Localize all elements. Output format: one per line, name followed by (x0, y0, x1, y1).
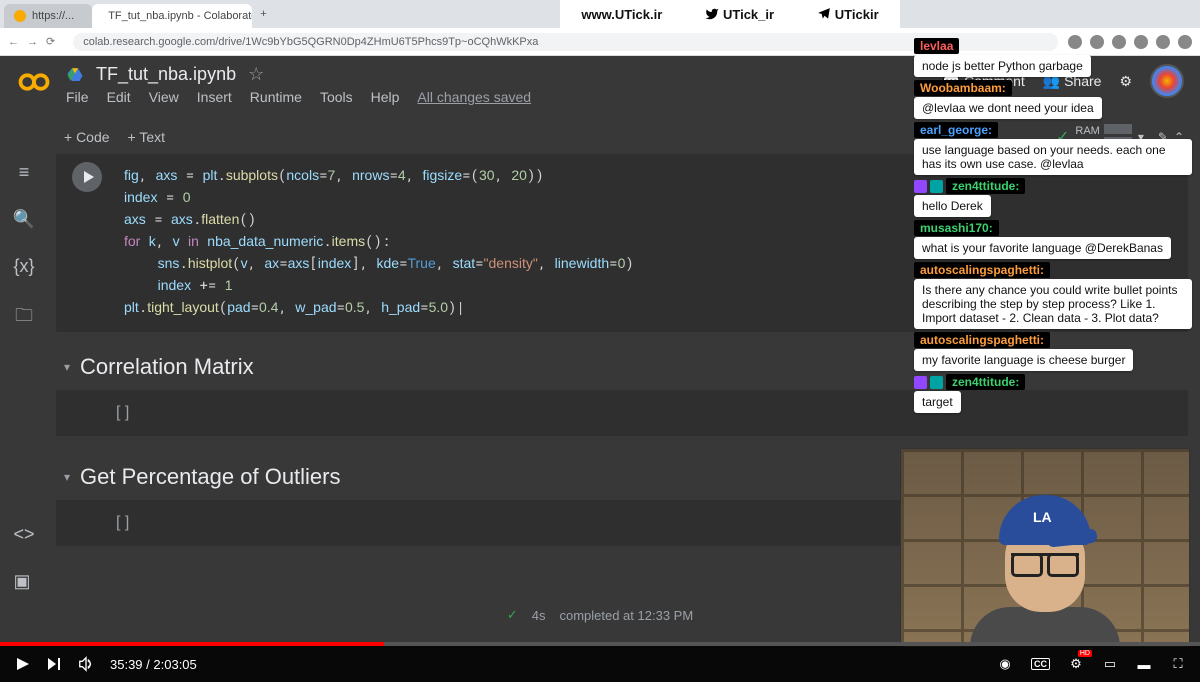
chat-text: my favorite language is cheese burger (914, 349, 1133, 371)
nav-controls[interactable]: ←→⟳ (8, 35, 63, 48)
menu-insert[interactable]: Insert (197, 89, 232, 105)
add-text-button[interactable]: + Text (128, 129, 166, 145)
collapse-triangle-icon[interactable]: ▾ (64, 470, 70, 484)
chat-username: zen4ttitude: (946, 178, 1025, 194)
section-title: Correlation Matrix (80, 354, 254, 380)
files-icon[interactable]: 🗀 (15, 303, 33, 333)
chat-username: autoscalingspaghetti: (914, 332, 1050, 348)
next-button[interactable] (46, 656, 62, 672)
chat-username: musashi170: (914, 220, 999, 236)
chat-message: levlaanode js better Python garbage (914, 38, 1192, 77)
watermark-site: www.UTick.ir (581, 7, 662, 22)
captions-button[interactable]: CC (1031, 658, 1050, 670)
chat-message: autoscalingspaghetti:Is there any chance… (914, 262, 1192, 329)
chat-message: zen4ttitude:target (914, 374, 1192, 413)
chat-username: autoscalingspaghetti: (914, 262, 1050, 278)
menu-file[interactable]: File (66, 89, 89, 105)
chat-message: zen4ttitude:hello Derek (914, 178, 1192, 217)
miniplayer-button[interactable]: ▭ (1102, 656, 1118, 672)
menu-runtime[interactable]: Runtime (250, 89, 302, 105)
chat-username: levlaa (914, 38, 959, 54)
url-field[interactable]: colab.research.google.com/drive/1Wc9bYbG… (73, 33, 1058, 51)
chat-message: musashi170:what is your favorite languag… (914, 220, 1192, 259)
drive-icon (66, 66, 84, 84)
chat-text: what is your favorite language @DerekBan… (914, 237, 1171, 259)
chat-text: Is there any chance you could write bull… (914, 279, 1192, 329)
colab-logo[interactable] (16, 64, 52, 100)
menu-edit[interactable]: Edit (107, 89, 131, 105)
chat-message: Woobambaam:@levlaa we dont need your ide… (914, 80, 1192, 119)
menu-view[interactable]: View (149, 89, 179, 105)
toc-icon[interactable]: ≡ (19, 162, 30, 183)
variables-icon[interactable]: {x} (13, 256, 34, 277)
chat-username: Woobambaam: (914, 80, 1012, 96)
search-icon[interactable]: 🔍 (13, 209, 35, 230)
section-title: Get Percentage of Outliers (80, 464, 340, 490)
chat-message: earl_george:use language based on your n… (914, 122, 1192, 175)
status-duration: 4s (532, 608, 546, 623)
notebook-title[interactable]: TF_tut_nba.ipynb (96, 64, 236, 85)
terminal-icon[interactable]: ▣ (13, 571, 34, 592)
live-chat-overlay: levlaanode js better Python garbageWooba… (914, 38, 1192, 413)
volume-button[interactable] (78, 656, 94, 672)
add-code-button[interactable]: + Code (64, 129, 110, 145)
theater-button[interactable]: ▬ (1136, 656, 1152, 672)
status-message: completed at 12:33 PM (559, 608, 693, 623)
menu-help[interactable]: Help (371, 89, 400, 105)
watermark-telegram: UTickir (817, 7, 879, 22)
play-button[interactable] (14, 656, 30, 672)
watermark-strip: www.UTick.ir UTick_ir UTickir (560, 0, 900, 28)
video-player-controls: 35:39 / 2:03:05 ◉ CC ⚙ ▭ ▬ ⛶ (0, 646, 1200, 682)
chat-text: hello Derek (914, 195, 991, 217)
chat-username: zen4ttitude: (946, 374, 1025, 390)
status-check-icon: ✓ (507, 607, 518, 623)
star-icon[interactable]: ☆ (248, 64, 264, 85)
fullscreen-button[interactable]: ⛶ (1170, 656, 1186, 672)
settings-button[interactable]: ⚙ (1068, 656, 1084, 672)
chat-message: autoscalingspaghetti:my favorite languag… (914, 332, 1192, 371)
webcam-feed (900, 448, 1190, 648)
chat-text: @levlaa we dont need your idea (914, 97, 1102, 119)
browser-tab[interactable]: https://... (4, 4, 92, 28)
video-time: 35:39 / 2:03:05 (110, 657, 197, 672)
chat-text: target (914, 391, 961, 413)
menu-bar[interactable]: File Edit View Insert Runtime Tools Help… (66, 89, 531, 105)
chat-username: earl_george: (914, 122, 998, 138)
chat-text: use language based on your needs. each o… (914, 139, 1192, 175)
menu-tools[interactable]: Tools (320, 89, 353, 105)
browser-tab-active[interactable]: TF_tut_nba.ipynb - Colaboratory (92, 4, 252, 28)
collapse-triangle-icon[interactable]: ▾ (64, 360, 70, 374)
new-tab-button[interactable]: + (252, 8, 274, 20)
code-snippets-icon[interactable]: <> (13, 524, 34, 545)
save-status[interactable]: All changes saved (417, 89, 531, 105)
autoplay-toggle[interactable]: ◉ (997, 656, 1013, 672)
run-cell-button[interactable] (72, 162, 102, 192)
watermark-twitter: UTick_ir (705, 7, 774, 22)
chat-text: node js better Python garbage (914, 55, 1091, 77)
